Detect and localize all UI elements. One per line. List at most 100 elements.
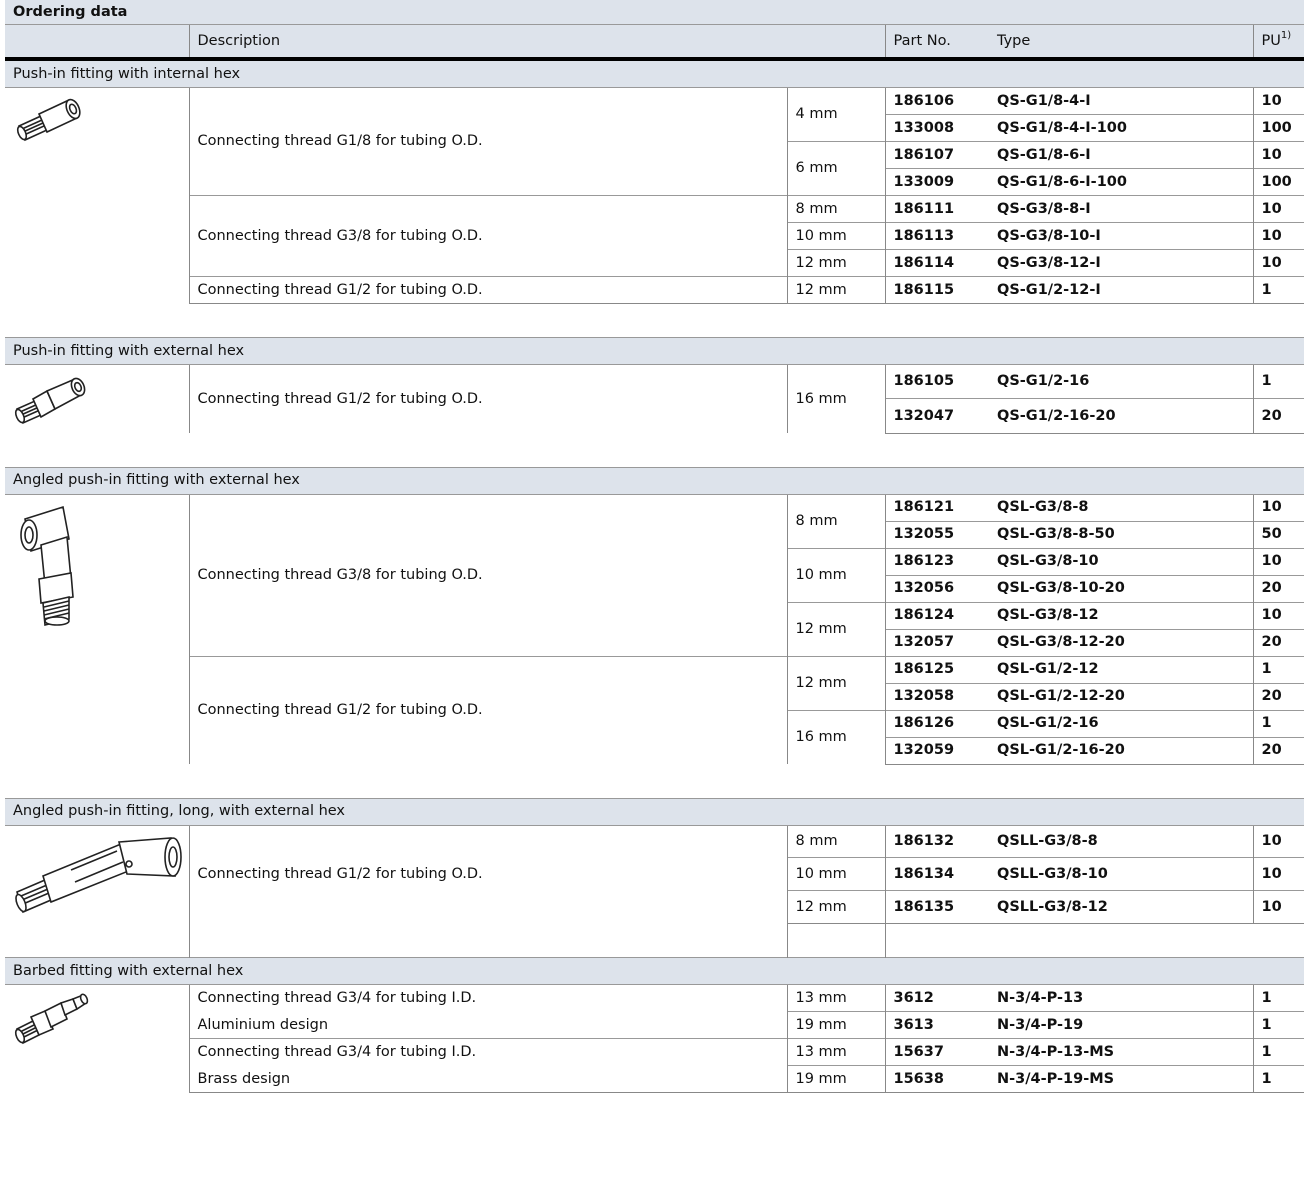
straight-fitting-internal-hex-icon [11, 92, 183, 148]
pu-value: 1 [1252, 1038, 1305, 1066]
table-row: Connecting thread G1/2 for tubing O.D. 16… [5, 364, 1305, 433]
product-image [5, 88, 189, 304]
part-number: 186114 [884, 249, 989, 277]
part-number: 186121 [884, 494, 989, 521]
table-row: Connecting thread G3/4 for tubing I.D. 13… [5, 984, 1305, 1045]
part-number: 186135 [884, 890, 989, 924]
size-cell: 10 mm [786, 547, 885, 602]
description-cell: Connecting thread G1/2 for tubing O.D. [188, 276, 787, 304]
section-header-row: Angled push-in fitting with external hex [5, 466, 1305, 495]
description-cell: Connecting thread G1/8 for tubing O.D. [188, 87, 787, 196]
part-number: 15638 [884, 1065, 989, 1093]
pu-value: 10 [1252, 222, 1305, 250]
part-number: 132056 [884, 574, 989, 602]
spacer-cell [5, 433, 1304, 467]
size-cell: 19 mm [786, 1065, 885, 1093]
header-image-cell [5, 24, 189, 61]
type-code: QSL-G1/2-16 [989, 709, 1253, 737]
description-cell: Brass design [188, 1065, 787, 1093]
table-row: Connecting thread G1/2 for tubing O.D. 8 … [5, 825, 1305, 924]
size-cell: 13 mm [786, 1038, 885, 1066]
section-title: Angled push-in fitting with external hex [5, 466, 1305, 495]
table-row: Connecting thread G3/8 for tubing O.D. 8 … [5, 195, 1305, 277]
pu-value: 10 [1252, 141, 1305, 169]
description-cell: Connecting thread G1/2 for tubing O.D. [188, 655, 787, 764]
part-number: 186123 [884, 547, 989, 575]
product-image [5, 825, 189, 924]
pu-value: 1 [1252, 364, 1305, 399]
table-row: Brass design 19 mm 15638 N-3/4-P-19-MS 1 [5, 1065, 1305, 1093]
pu-value: 10 [1252, 825, 1305, 858]
part-number: 186115 [884, 276, 989, 304]
header-pu-label: PU [1261, 32, 1281, 49]
long-elbow-fitting-icon [11, 830, 183, 920]
type-code: QSL-G3/8-12-20 [989, 628, 1253, 656]
pu-value: 20 [1252, 628, 1305, 656]
type-code: QSLL-G3/8-12 [989, 890, 1253, 924]
part-number: 3613 [884, 1011, 989, 1039]
description-cell: Connecting thread G1/2 for tubing O.D. [188, 825, 787, 924]
pu-value: 10 [1252, 494, 1305, 521]
table-row: Aluminium design 19 mm 3613 N-3/4-P-19 1 [5, 1011, 1305, 1039]
type-code: QSL-G1/2-12-20 [989, 682, 1253, 710]
pu-value: 10 [1252, 547, 1305, 575]
type-code: QSL-G3/8-12 [989, 601, 1253, 629]
description-cell: Connecting thread G3/4 for tubing I.D. [188, 1038, 787, 1066]
product-image [5, 365, 189, 434]
size-cell: 8 mm [786, 494, 885, 548]
type-code: QS-G1/8-6-I [989, 141, 1253, 169]
section-header-row: Barbed fitting with external hex [5, 957, 1305, 985]
type-code: QSL-G1/2-16-20 [989, 736, 1253, 765]
part-number: 186107 [884, 141, 989, 169]
pu-value: 1 [1252, 1065, 1305, 1093]
pu-value: 20 [1252, 736, 1305, 765]
size-cell: 12 mm [786, 249, 885, 277]
section-header-row: Push-in fitting with internal hex [5, 58, 1305, 88]
table-title: Ordering data [5, 0, 1305, 25]
header-description: Description [188, 24, 787, 61]
part-number: 132055 [884, 520, 989, 548]
part-number: 132047 [884, 398, 989, 434]
size-cell: 19 mm [786, 1011, 885, 1039]
type-code: QS-G1/8-4-I-100 [989, 114, 1253, 142]
type-code: QSL-G3/8-10-20 [989, 574, 1253, 602]
part-number: 132057 [884, 628, 989, 656]
pu-value: 20 [1252, 574, 1305, 602]
type-code: QSL-G1/2-12 [989, 655, 1253, 683]
pu-value: 50 [1252, 520, 1305, 548]
description-cell: Connecting thread G3/4 for tubing I.D. [188, 984, 787, 1012]
spacer-row [5, 304, 1304, 338]
spacer-cell [786, 923, 885, 958]
elbow-fitting-icon [11, 499, 183, 629]
part-number: 132058 [884, 682, 989, 710]
section-title: Push-in fitting with external hex [5, 337, 1305, 365]
type-code: N-3/4-P-19-MS [989, 1065, 1253, 1093]
type-code: QS-G1/2-12-I [989, 276, 1253, 304]
part-number: 186106 [884, 87, 989, 115]
pu-value: 10 [1252, 249, 1305, 277]
header-pu-footnote: 1) [1280, 29, 1292, 41]
type-code: QS-G1/2-16 [997, 373, 1090, 390]
section-title: Barbed fitting with external hex [5, 957, 1305, 985]
size-cell: 10 mm [786, 857, 885, 891]
part-number: 133008 [884, 114, 989, 142]
header-pu: PU1) [1252, 24, 1305, 61]
ordering-data-table: Ordering data Description Part No. Type … [5, 0, 1305, 1093]
pu-value: 1 [1252, 276, 1305, 304]
spacer-cell [5, 304, 1304, 338]
size-cell: 12 mm [786, 601, 885, 656]
pu-value: 10 [1252, 87, 1305, 115]
type-code: QS-G1/8-6-I-100 [989, 168, 1253, 196]
size-cell: 13 mm [786, 984, 885, 1012]
type-code: QS-G3/8-12-I [989, 249, 1253, 277]
spacer-row [5, 923, 1305, 958]
size-cell: 8 mm [786, 825, 885, 858]
description-cell: Connecting thread G3/8 for tubing O.D. [188, 195, 787, 277]
type-code: QS-G1/2-16-20 [989, 398, 1253, 434]
pu-value: 1 [1252, 984, 1305, 1012]
type-code: QSL-G3/8-8 [997, 499, 1089, 516]
part-number: 3612 [884, 984, 989, 1012]
type-code: N-3/4-P-13-MS [989, 1038, 1253, 1066]
table-row: Connecting thread G1/2 for tubing O.D. 12… [5, 276, 1305, 304]
part-number: 133009 [884, 168, 989, 196]
